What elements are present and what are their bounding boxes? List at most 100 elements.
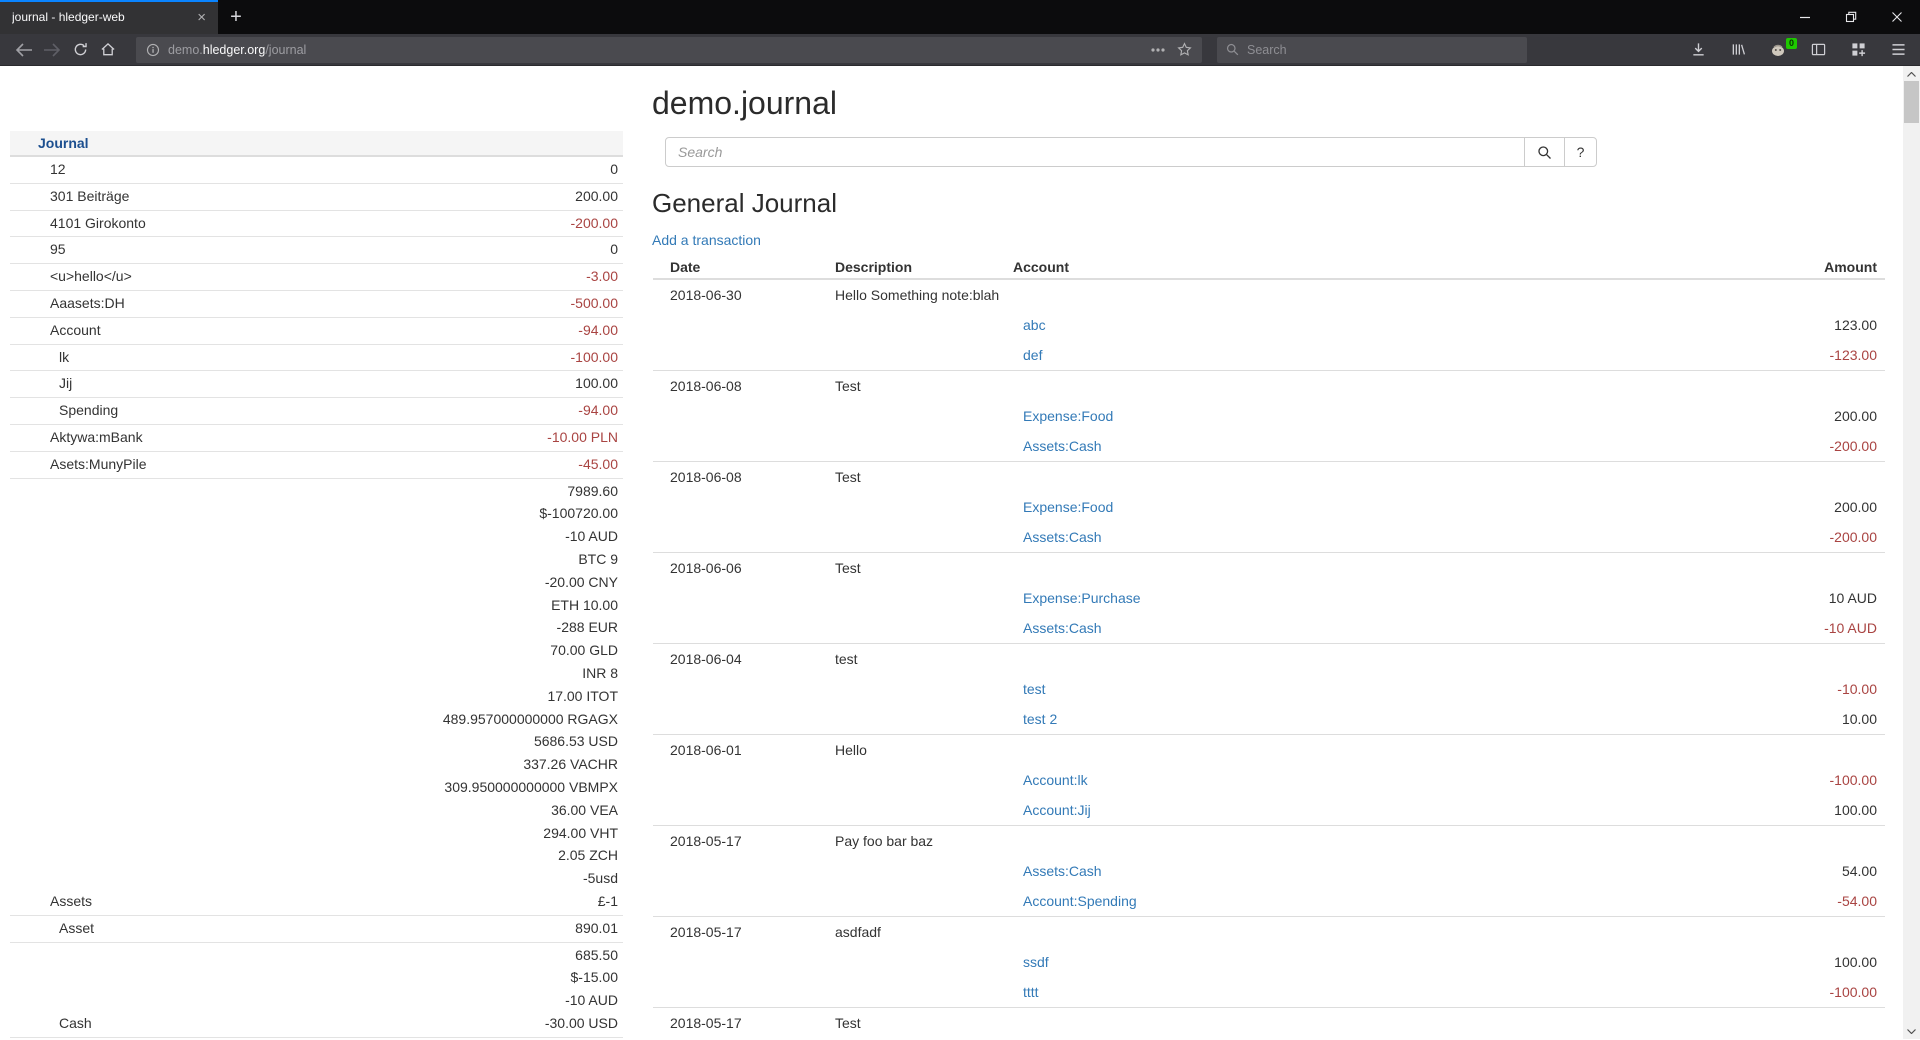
transaction-header-row: 2018-06-04 test xyxy=(653,644,1885,674)
posting-account-link[interactable]: test 2 xyxy=(1013,711,1695,727)
transaction-list: 2018-06-30 Hello Something note:blah abc… xyxy=(653,280,1885,1038)
sidebar-account-row: 12 0 xyxy=(10,157,623,183)
posting-account-link[interactable]: Assets:Cash xyxy=(1013,529,1695,545)
sidebar-account-balance: 685.50$-15.00-10 AUD-30.00 USD xyxy=(545,944,623,1035)
sidebar-account-link[interactable]: Cash xyxy=(10,1012,545,1035)
page-content: Journal 12 0 301 Beiträge 200.00 4101 Gi… xyxy=(0,66,1920,1039)
posting-account-link[interactable]: tttt xyxy=(1013,984,1695,1000)
sidebar-account-link[interactable]: Spending xyxy=(10,399,578,422)
sidebar-account-link[interactable]: Assets xyxy=(10,890,443,913)
sidebar-account-row: Assets 7989.60$-100720.00-10 AUDBTC 9-20… xyxy=(10,478,623,915)
transaction: 2018-05-17 Pay foo bar baz Assets:Cash 5… xyxy=(653,825,1885,916)
posting-account-link[interactable]: Assets:Cash xyxy=(1013,438,1695,454)
new-tab-button[interactable]: + xyxy=(218,0,254,34)
posting-amount: -10.00 xyxy=(1695,681,1885,697)
browser-search-bar[interactable]: Search xyxy=(1217,37,1527,63)
sidebar-account-link[interactable]: 95 xyxy=(10,238,610,261)
chevron-up-icon xyxy=(1907,72,1916,77)
posting-account-link[interactable]: ssdf xyxy=(1013,954,1695,970)
posting-amount: -100.00 xyxy=(1695,772,1885,788)
sidebar-account-link[interactable]: 301 Beiträge xyxy=(10,185,575,208)
browser-tab[interactable]: journal - hledger-web × xyxy=(0,0,218,34)
home-button[interactable] xyxy=(94,42,122,57)
posting-account-link[interactable]: Expense:Food xyxy=(1013,499,1695,515)
site-info-icon[interactable] xyxy=(146,43,160,57)
extension-button[interactable]: 0 xyxy=(1764,42,1792,58)
posting-account-link[interactable]: Expense:Purchase xyxy=(1013,590,1695,606)
window-minimize-button[interactable] xyxy=(1782,0,1828,34)
sidebar-account-link[interactable]: Asset xyxy=(10,917,575,940)
sidebar-account-row: Aaasets:DH -500.00 xyxy=(10,290,623,317)
window-restore-button[interactable] xyxy=(1828,0,1874,34)
sidebar-account-balance: 0 xyxy=(610,238,623,261)
posting-row: test -10.00 xyxy=(653,674,1885,704)
forward-button[interactable] xyxy=(38,43,66,57)
bookmark-star-button[interactable] xyxy=(1177,42,1192,57)
scrollbar-up-button[interactable] xyxy=(1903,66,1920,82)
transaction-date: 2018-06-08 xyxy=(653,378,835,394)
sidebar-account-link[interactable]: Account xyxy=(10,319,578,342)
posting-account-link[interactable]: test xyxy=(1013,681,1695,697)
sidebar-account-link[interactable]: 12 xyxy=(10,158,610,181)
scrollbar-thumb[interactable] xyxy=(1904,81,1919,123)
posting-row: tttt -100.00 xyxy=(653,977,1885,1007)
sidebar-journal-link[interactable]: Journal xyxy=(38,135,89,151)
sidebar-account-balance: 100.00 xyxy=(575,372,623,395)
back-button[interactable] xyxy=(10,43,38,57)
window-close-button[interactable] xyxy=(1874,0,1920,34)
sidebar-account-row: Asset 890.01 xyxy=(10,915,623,942)
page-scrollbar[interactable] xyxy=(1903,66,1920,1039)
journal-search-input[interactable] xyxy=(665,137,1525,167)
posting-amount: 100.00 xyxy=(1695,802,1885,818)
section-title: General Journal xyxy=(652,190,1891,216)
sidebar-account-row: 95 0 xyxy=(10,236,623,263)
search-help-button[interactable]: ? xyxy=(1564,137,1597,167)
transaction-date: 2018-06-04 xyxy=(653,651,835,667)
add-transaction-link[interactable]: Add a transaction xyxy=(652,233,761,247)
library-button[interactable] xyxy=(1724,42,1752,57)
window-controls xyxy=(1782,0,1920,34)
posting-amount: 54.00 xyxy=(1695,863,1885,879)
transaction-description: Test xyxy=(835,378,1013,394)
posting-row: test 2 10.00 xyxy=(653,704,1885,734)
transaction-header-row: 2018-05-17 Pay foo bar baz xyxy=(653,826,1885,856)
url-bar[interactable]: demo.hledger.org/journal xyxy=(136,37,1202,63)
page-actions-button[interactable] xyxy=(1151,48,1165,52)
extension-icon xyxy=(1770,42,1786,58)
menu-button[interactable] xyxy=(1884,43,1912,56)
posting-account-link[interactable]: Account:lk xyxy=(1013,772,1695,788)
sidebar-account-link[interactable]: Asets:MunyPile xyxy=(10,453,578,476)
scrollbar-down-button[interactable] xyxy=(1903,1023,1920,1039)
sidebar-accounts-table: Journal 12 0 301 Beiträge 200.00 4101 Gi… xyxy=(10,131,623,1039)
downloads-button[interactable] xyxy=(1684,42,1712,57)
posting-account-link[interactable]: Account:Jij xyxy=(1013,802,1695,818)
posting-account-link[interactable]: def xyxy=(1013,347,1695,363)
search-submit-button[interactable] xyxy=(1524,137,1565,167)
sidebar-account-link[interactable]: 4101 Girokonto xyxy=(10,212,571,235)
posting-row: Assets:Cash -10 AUD xyxy=(653,613,1885,643)
posting-account-link[interactable]: Expense:Food xyxy=(1013,408,1695,424)
customize-button[interactable] xyxy=(1844,42,1872,57)
transaction-description: asdfadf xyxy=(835,924,1013,940)
reload-button[interactable] xyxy=(66,42,94,57)
sidebar-header: Journal xyxy=(10,131,623,157)
posting-account-link[interactable]: abc xyxy=(1013,317,1695,333)
tab-close-icon[interactable]: × xyxy=(195,10,208,25)
column-header-amount: Amount xyxy=(1695,259,1885,275)
posting-account-link[interactable]: Assets:Cash xyxy=(1013,863,1695,879)
posting-amount: 10.00 xyxy=(1695,711,1885,727)
sidebar-account-link[interactable]: <u>hello</u> xyxy=(10,265,586,288)
posting-account-link[interactable]: Account:Spending xyxy=(1013,893,1695,909)
posting-row: Account:Spending -54.00 xyxy=(653,886,1885,916)
url-domain: hledger.org xyxy=(203,43,266,57)
sidebar-account-link[interactable]: Aktywa:mBank xyxy=(10,426,547,449)
sidebar-account-balance: -94.00 xyxy=(578,399,623,422)
sidebar-account-link[interactable]: lk xyxy=(10,346,571,369)
url-subdomain: demo. xyxy=(168,43,203,57)
sidebar-account-link[interactable]: Aaasets:DH xyxy=(10,292,571,315)
sidebar-account-link[interactable]: Jij xyxy=(10,372,575,395)
posting-account-link[interactable]: Assets:Cash xyxy=(1013,620,1695,636)
sidebar-account-row: -117.00 xyxy=(10,1037,623,1039)
posting-row: def -123.00 xyxy=(653,340,1885,370)
sidebar-toggle-button[interactable] xyxy=(1804,42,1832,57)
